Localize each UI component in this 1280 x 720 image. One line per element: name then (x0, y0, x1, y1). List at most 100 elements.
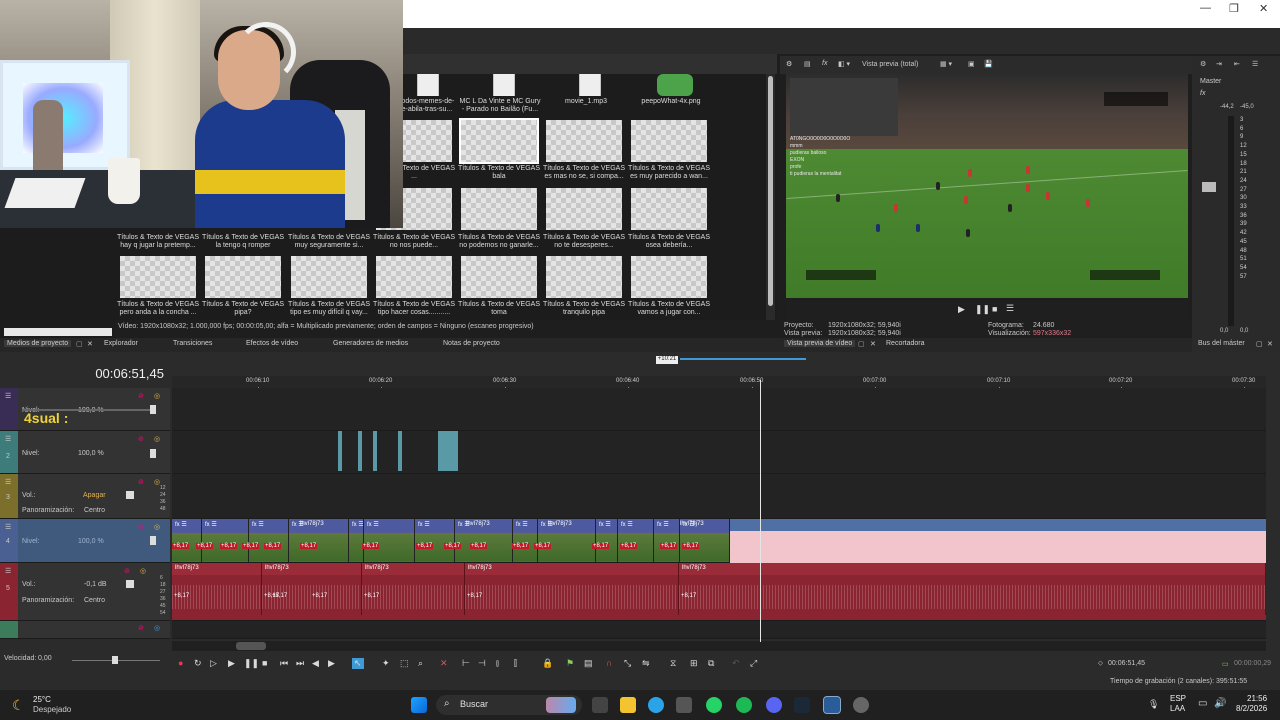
track-header-5[interactable]: ☰ 5 Vol.: -0,1 dB Panoramización: Centro… (0, 563, 170, 621)
track5-volume-slider[interactable] (126, 580, 134, 588)
video-clip[interactable]: fx ☰ (172, 519, 202, 562)
playhead[interactable] (760, 380, 761, 642)
crossfade-icon[interactable]: ⧖ (670, 658, 676, 669)
speed-slider[interactable] (112, 656, 118, 664)
master-fx-icon[interactable]: fx (1200, 90, 1205, 97)
media-thumbnail[interactable] (461, 256, 537, 298)
media-thumbnail[interactable] (120, 256, 196, 298)
master-tab-pin-icon[interactable]: ▢ (1256, 340, 1263, 348)
task-view-icon[interactable] (592, 697, 608, 713)
whatsapp-icon[interactable] (706, 697, 722, 713)
next-frame-icon[interactable]: ▶ (328, 658, 335, 669)
track-area-4[interactable]: fx ☰ fx ☰ fx ☰ fx ☰ fx ☰ fx ☰ fx ☰ fx ☰ fx ☰ fx ☰… (172, 519, 1266, 563)
network-icon[interactable]: ▭ (1198, 698, 1207, 709)
ripple-mode-icon[interactable]: ⇋ (642, 658, 650, 669)
master-forward-icon[interactable]: ⇥ (1216, 60, 1222, 68)
horizontal-scrollbar[interactable] (4, 328, 112, 336)
discord-icon[interactable] (766, 697, 782, 713)
media-file-icon[interactable] (579, 74, 601, 96)
zoom-tool-icon[interactable]: ⌕ (418, 658, 423, 669)
auto-ripple-icon[interactable]: ⤡ (624, 658, 631, 669)
media-thumbnail[interactable] (546, 120, 622, 162)
weather-text[interactable]: Despejado (33, 705, 71, 714)
split-icon[interactable]: ⫾ (496, 658, 499, 669)
group-icon[interactable]: ⧉ (708, 658, 714, 669)
mute-icon[interactable]: ⊘ (138, 478, 144, 486)
solo-icon[interactable]: ◎ (154, 392, 160, 400)
obs-icon[interactable] (853, 697, 869, 713)
video-clip[interactable]: fx ☰ (415, 519, 455, 562)
master-settings-icon[interactable]: ⚙ (1200, 60, 1206, 68)
edge-icon[interactable] (648, 697, 664, 713)
mute-icon[interactable]: ⊘ (124, 567, 130, 575)
video-clip[interactable]: fx ☰ (202, 519, 249, 562)
track-area-3[interactable] (172, 474, 1266, 519)
prev-frame-icon[interactable]: ◀ (312, 658, 319, 669)
track-header-1[interactable]: ☰ Nivel: 100,0 % 4sual : ⊘ ◎ (0, 388, 170, 431)
steam-icon[interactable] (794, 697, 810, 713)
vegas-icon[interactable] (823, 696, 841, 714)
temperature[interactable]: 25°C (33, 695, 51, 704)
track-area-2[interactable] (172, 431, 1266, 474)
media-thumbnail[interactable] (546, 188, 622, 230)
track-area-5[interactable]: lhvl78j73 +8,17 lhvl78j73 +8,17 lhvl78j73 +8,… (172, 563, 1266, 621)
video-clip[interactable]: fx ☰ (349, 519, 364, 562)
media-file-icon[interactable] (417, 74, 439, 96)
tab-transiciones[interactable]: Transiciones (173, 340, 212, 347)
track-header-3[interactable]: ☰ 3 Vol.: Apagar Panoramización: Centro … (0, 474, 170, 519)
selection-tool-icon[interactable]: ⬚ (400, 658, 409, 669)
media-thumbnail[interactable] (205, 256, 281, 298)
edit-tool-icon[interactable]: ↖ (352, 658, 364, 669)
tab-pin-icon[interactable]: ▢ (76, 340, 83, 348)
weather-icon[interactable]: ☾ (12, 697, 25, 714)
media-scrollbar[interactable] (766, 74, 775, 320)
preview-props-icon[interactable]: ▤ (804, 60, 811, 68)
copy-frame-icon[interactable]: ▣ (968, 60, 975, 68)
snap-icon[interactable]: ∩ (606, 658, 612, 668)
track-area-1[interactable] (172, 388, 1266, 431)
tab-vista-previa[interactable]: Vista previa de vídeo (784, 340, 856, 347)
tab-explorador[interactable]: Explorador (104, 340, 138, 347)
save-frame-icon[interactable]: 💾 (984, 60, 993, 68)
tab-bus-del-master[interactable]: Bus del máster (1198, 340, 1245, 347)
grid-snap-icon[interactable]: ⊞ (690, 658, 698, 669)
mute-icon[interactable]: ⊘ (138, 523, 144, 531)
delete-icon[interactable]: ✕ (440, 658, 448, 669)
track4-level-slider[interactable] (150, 536, 156, 545)
envelope-tool-icon[interactable]: ✦ (382, 658, 390, 669)
tab-recortadora[interactable]: Recortadora (886, 340, 925, 347)
media-thumbnail[interactable] (376, 256, 452, 298)
go-start-icon[interactable]: ⏮ (280, 658, 288, 669)
tab-medios-de-proyecto[interactable]: Medios de proyecto (4, 340, 72, 347)
mute-icon[interactable]: ⊘ (138, 435, 144, 443)
region-marker[interactable]: +10:21 (656, 356, 678, 364)
track-header-empty[interactable]: ⊘ ◎ (0, 621, 170, 639)
audio-clip[interactable]: lhvl78j73 +8,17 (362, 563, 465, 615)
mute-icon[interactable]: ⊘ (138, 624, 144, 632)
stop-icon[interactable]: ■ (262, 658, 267, 668)
windows-start-icon[interactable] (411, 697, 427, 713)
media-thumbnail[interactable] (461, 188, 537, 230)
tab-efectos-de-video[interactable]: Efectos de vídeo (246, 340, 298, 347)
split-icon[interactable]: ◧ ▾ (838, 60, 850, 68)
audio-clip[interactable]: lhvl78j73 +8,17 (679, 563, 1266, 615)
media-thumbnail[interactable] (631, 120, 707, 162)
menu-icon[interactable]: ☰ (1006, 303, 1014, 314)
media-thumbnail[interactable] (291, 256, 367, 298)
track-menu-icon[interactable]: ☰ (5, 523, 11, 531)
record-icon[interactable]: ● (178, 658, 183, 668)
master-back-icon[interactable]: ⇤ (1234, 60, 1240, 68)
solo-icon[interactable]: ◎ (154, 523, 160, 531)
media-file-icon[interactable] (657, 74, 693, 96)
restore-button[interactable]: ❐ (1229, 2, 1239, 15)
normalize-icon[interactable]: ⤢ (750, 658, 757, 669)
play-icon[interactable]: ▶ (958, 304, 965, 315)
lock-icon[interactable]: 🔒 (542, 658, 553, 669)
loop-region[interactable] (680, 358, 806, 360)
track3-volume-slider[interactable] (126, 491, 134, 499)
track-area-empty[interactable] (172, 621, 1266, 639)
pause-icon[interactable]: ❚❚ (244, 658, 259, 669)
mute-icon[interactable]: ⊘ (138, 392, 144, 400)
media-thumbnail[interactable] (631, 188, 707, 230)
clock-date[interactable]: 8/2/2026 (1236, 704, 1267, 713)
